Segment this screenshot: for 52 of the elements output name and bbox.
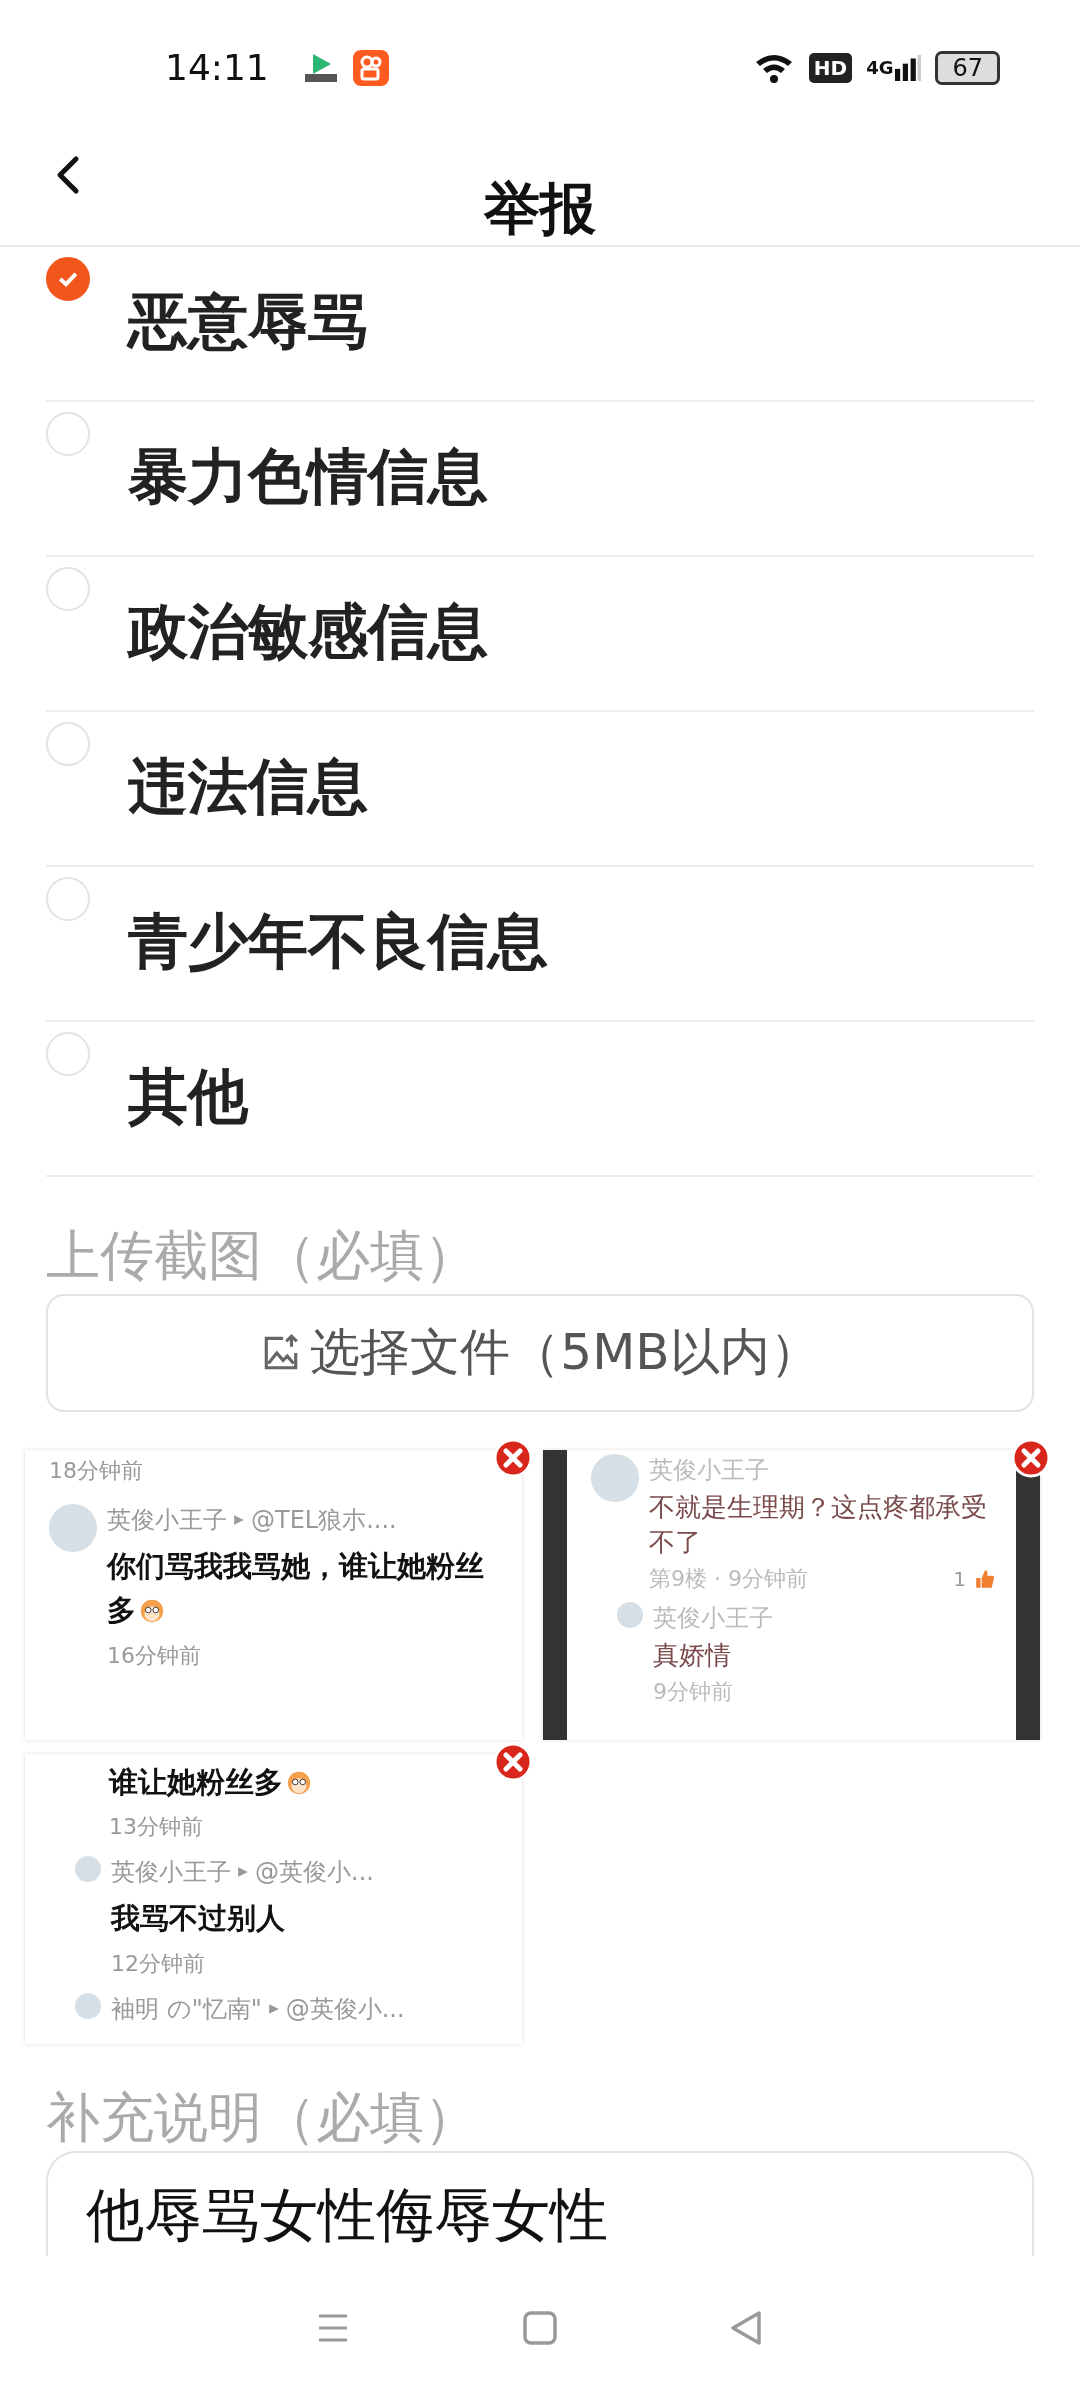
avatar — [617, 1601, 643, 1628]
user-name: 英俊小王子 — [649, 1454, 769, 1486]
home-icon[interactable] — [520, 2308, 560, 2348]
status-time: 14:11 — [165, 47, 269, 88]
reason-label[interactable]: 违法信息 — [128, 750, 368, 822]
reply-mention: @英俊小... — [255, 1857, 374, 1889]
user-name: 英俊小王子 — [653, 1602, 773, 1634]
user-name: 英俊小王子 — [111, 1857, 231, 1889]
description-field[interactable]: 他辱骂女性侮辱女性 — [46, 2151, 1034, 2256]
page-title: 举报 — [484, 181, 596, 243]
reply-arrow-icon — [233, 1513, 245, 1526]
reply-arrow-icon — [267, 2003, 280, 2016]
choose-file-button[interactable]: 选择文件（5MB以内） — [46, 1293, 1034, 1412]
avatar — [591, 1453, 639, 1502]
comment-text: 你们骂我我骂她，谁让她粉丝多 — [107, 1548, 484, 1628]
signal-icon — [895, 53, 922, 82]
network-label: 4G — [866, 57, 894, 78]
comment-text: 谁让她粉丝多 — [109, 1764, 283, 1799]
battery-indicator: 67 — [935, 50, 1000, 85]
avatar — [75, 1993, 101, 2020]
radio-button[interactable] — [46, 257, 90, 301]
reply-mention: @英俊小... — [285, 1994, 405, 2026]
reply-arrow-icon — [237, 1866, 249, 1879]
reason-label[interactable]: 恶意辱骂 — [128, 285, 368, 357]
back-icon[interactable] — [55, 155, 81, 195]
like-count: 1 — [952, 1566, 966, 1591]
avatar — [75, 1856, 101, 1883]
screenshot-thumbnail[interactable]: 18分钟前 英俊小王子 @TEL狼朩.... 你们骂我我骂她，谁让她粉丝多 16分钟前 — [25, 1449, 522, 1740]
section-label: 补充说明（必填） — [45, 2084, 479, 2151]
comment-time: 9分钟前 — [653, 1677, 733, 1706]
user-name: 袖明 の"忆南" — [111, 1994, 262, 2026]
comment-time: 16分钟前 — [107, 1642, 201, 1671]
reason-label[interactable]: 暴力色情信息 — [128, 440, 488, 512]
comment-time: 12分钟前 — [111, 1950, 205, 1979]
hd-badge: HD — [808, 52, 853, 83]
comment-text: 真娇情 — [653, 1639, 731, 1670]
camera-app-icon — [352, 49, 389, 86]
thumbs-up-icon — [974, 1567, 996, 1590]
user-name: 英俊小王子 — [107, 1504, 227, 1536]
reason-label[interactable]: 青少年不良信息 — [128, 905, 548, 977]
screenshot-thumbnail[interactable]: 谁让她粉丝多 13分钟前 英俊小王子 @英俊小... 我骂不过别人 12分钟前 袖明 の"忆南" @英俊小... — [25, 1753, 522, 2044]
avatar — [49, 1503, 97, 1552]
reason-label[interactable]: 政治敏感信息 — [128, 595, 488, 667]
comment-text: 不就是生理期？这点疼都承受不了 — [649, 1491, 987, 1557]
comment-time: 18分钟前 — [49, 1456, 143, 1485]
reason-label[interactable]: 其他 — [128, 1060, 248, 1132]
comment-time: 13分钟前 — [109, 1813, 203, 1842]
comment-text: 我骂不过别人 — [111, 1901, 285, 1936]
comment-time: 第9楼 · 9分钟前 — [649, 1564, 808, 1593]
screenshot-thumbnail[interactable]: 英俊小王子 不就是生理期？这点疼都承受不了 第9楼 · 9分钟前 1 英俊小王子 真娇情 9分钟前 — [543, 1449, 1040, 1740]
reply-mention: @TEL狼朩.... — [251, 1504, 397, 1536]
section-label: 上传截图（必填） — [45, 1223, 479, 1289]
